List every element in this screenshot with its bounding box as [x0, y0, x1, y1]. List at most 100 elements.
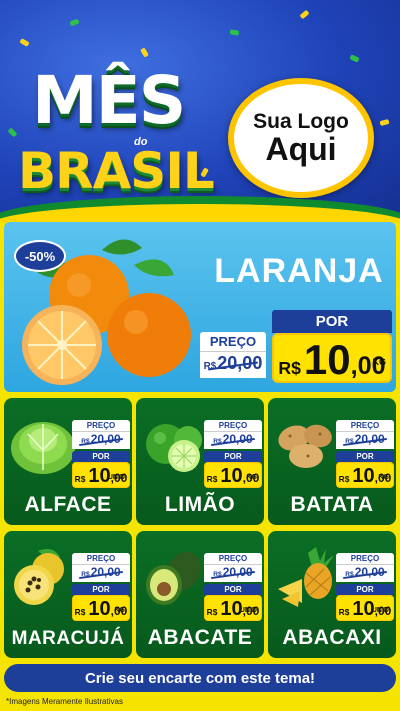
- old-price-label: PREÇO: [204, 553, 262, 564]
- old-price-amount: 20,00: [222, 432, 253, 446]
- new-price-value: R$ 10,00 UNID: [72, 462, 130, 488]
- logo-text-line2: Aqui: [265, 130, 337, 167]
- old-price-box: PREÇO R$20,00: [200, 332, 266, 378]
- old-price-label: PREÇO: [200, 332, 266, 351]
- confetti-decoration: [229, 29, 240, 36]
- new-price-label: POR: [272, 310, 392, 333]
- product-grid: PREÇO R$20,00 POR R$ 10,00 UNID ALFACE PRE…: [4, 398, 396, 658]
- confetti-decoration: [69, 18, 80, 27]
- old-price-currency: R$: [81, 571, 90, 578]
- new-price-label: POR: [336, 584, 394, 595]
- price-tag: PREÇO R$20,00 POR R$ 10,00 UNID: [72, 420, 130, 488]
- old-price-value: R$20,00: [204, 431, 262, 449]
- price-tag: PREÇO R$20,00 POR R$ 10,00 KG: [72, 553, 130, 621]
- new-price-integer: 10: [352, 465, 375, 487]
- disclaimer-text: *Imagens Meramente Ilustrativas: [6, 697, 123, 706]
- cta-banner[interactable]: Crie seu encarte com este tema!: [4, 664, 396, 692]
- old-price-amount: 20,00: [90, 432, 121, 446]
- product-name: LIMÃO: [164, 493, 236, 516]
- new-price-currency: R$: [338, 607, 350, 617]
- new-price-currency: R$: [74, 607, 86, 617]
- new-price-label: POR: [204, 451, 262, 462]
- confetti-decoration: [19, 38, 30, 47]
- confetti-decoration: [349, 54, 360, 63]
- price-tag: PREÇO R$20,00 POR R$ 10,00 KG: [336, 420, 394, 488]
- price-unit: UNID: [239, 607, 257, 614]
- product-name: BATATA: [290, 493, 374, 516]
- potato-image: [278, 424, 332, 468]
- old-price-label: PREÇO: [336, 553, 394, 564]
- discount-badge: -50%: [14, 240, 66, 272]
- new-price-currency: R$: [206, 607, 218, 617]
- price-tag: PREÇO R$20,00 POR R$ 10,00 UNID: [336, 553, 394, 621]
- lime-image: [146, 424, 202, 472]
- new-price-currency: R$: [74, 474, 86, 484]
- product-card-abacaxi: PREÇO R$20,00 POR R$ 10,00 UNID ABACAXI: [268, 531, 396, 658]
- price-unit: KG: [378, 474, 390, 481]
- new-price-label: POR: [336, 451, 394, 462]
- logo-placeholder: Sua Logo Aqui: [228, 78, 374, 198]
- price-unit: KG: [114, 607, 126, 614]
- old-price-amount: 20,00: [354, 432, 385, 446]
- product-name: MARACUJÁ: [11, 628, 125, 649]
- new-price-currency: R$: [338, 474, 350, 484]
- new-price-integer: 10: [88, 598, 111, 620]
- old-price-amount: 20,00: [217, 353, 263, 373]
- old-price-value: R$20,00: [204, 564, 262, 582]
- new-price-value: R$ 10,00 KG: [72, 595, 130, 621]
- featured-product-card: -50% LARANJA PREÇO R$20,00 POR R$ 10,00 K…: [4, 222, 396, 392]
- new-price-value: R$ 10,00 UNID: [336, 595, 394, 621]
- price-tag: PREÇO R$20,00 POR R$ 10,00 UNID: [204, 553, 262, 621]
- title-mes: MÊS: [32, 62, 186, 139]
- old-price-value: R$20,00: [200, 351, 266, 378]
- old-price-label: PREÇO: [204, 420, 262, 431]
- old-price-currency: R$: [203, 361, 217, 372]
- new-price-box: POR R$ 10,00 KG: [272, 310, 392, 383]
- avocado-image: [146, 551, 201, 605]
- campaign-title: MÊS do BRASIL: [14, 62, 215, 198]
- new-price-value: R$ 10,00 KG: [336, 462, 394, 488]
- product-card-abacate: PREÇO R$20,00 POR R$ 10,00 UNID ABACATE: [136, 531, 264, 658]
- old-price-value: R$20,00: [336, 431, 394, 449]
- new-price-value: R$ 10,00 KG: [272, 333, 392, 383]
- old-price-amount: 20,00: [354, 565, 385, 579]
- logo-text-line1: Sua Logo: [253, 109, 349, 133]
- old-price-currency: R$: [345, 571, 354, 578]
- old-price-value: R$20,00: [72, 431, 130, 449]
- new-price-integer: 10: [220, 465, 243, 487]
- header-banner: MÊS do BRASIL Sua Logo Aqui: [0, 0, 400, 222]
- new-price-value: R$ 10,00 UNID: [204, 595, 262, 621]
- confetti-decoration: [140, 47, 149, 58]
- lettuce-image: [11, 422, 75, 474]
- new-price-currency: R$: [278, 358, 301, 378]
- old-price-amount: 20,00: [222, 565, 253, 579]
- product-card-alface: PREÇO R$20,00 POR R$ 10,00 UNID ALFACE: [4, 398, 132, 525]
- old-price-currency: R$: [213, 438, 222, 445]
- old-price-label: PREÇO: [72, 553, 130, 564]
- price-unit: UNID: [107, 474, 125, 481]
- old-price-value: R$20,00: [72, 564, 130, 582]
- old-price-currency: R$: [81, 438, 90, 445]
- product-card-limao: PREÇO R$20,00 POR R$ 10,00 KG LIMÃO: [136, 398, 264, 525]
- price-tag: PREÇO R$20,00 POR R$ 10,00 KG: [204, 420, 262, 488]
- product-card-batata: PREÇO R$20,00 POR R$ 10,00 KG BATATA: [268, 398, 396, 525]
- old-price-currency: R$: [345, 438, 354, 445]
- passion-fruit-image: [14, 549, 64, 605]
- new-price-integer: 10: [303, 336, 351, 383]
- price-unit: KG: [372, 357, 387, 367]
- old-price-label: PREÇO: [72, 420, 130, 431]
- product-name: ALFACE: [24, 493, 112, 516]
- new-price-value: R$ 10,00 KG: [204, 462, 262, 488]
- featured-product-name: LARANJA: [214, 252, 384, 290]
- new-price-label: POR: [72, 451, 130, 462]
- new-price-label: POR: [204, 584, 262, 595]
- new-price-currency: R$: [206, 474, 218, 484]
- price-unit: UNID: [371, 607, 389, 614]
- price-unit: KG: [246, 474, 258, 481]
- old-price-currency: R$: [213, 571, 222, 578]
- product-name: ABACATE: [147, 626, 253, 649]
- product-name: ABACAXI: [282, 626, 382, 649]
- old-price-amount: 20,00: [90, 565, 121, 579]
- old-price-value: R$20,00: [336, 564, 394, 582]
- product-card-maracuja: PREÇO R$20,00 POR R$ 10,00 KG MARACUJÁ: [4, 531, 132, 658]
